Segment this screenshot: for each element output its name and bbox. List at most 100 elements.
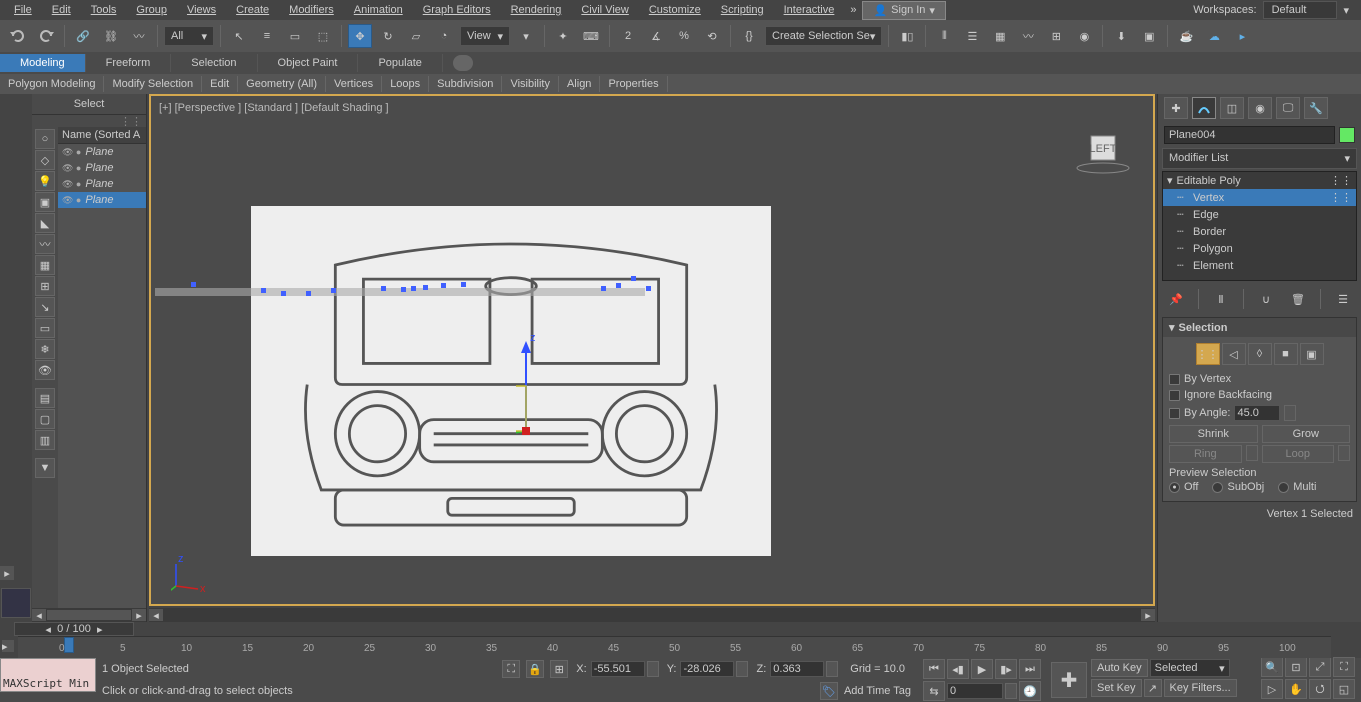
percent-snap-button[interactable]: % — [672, 24, 696, 48]
prev-frame-button[interactable]: ◂▮ — [947, 659, 969, 679]
scroll-right-icon[interactable]: ▸ — [132, 609, 146, 621]
menu-file[interactable]: File — [4, 2, 42, 18]
key-mode-button[interactable]: ⇆ — [923, 681, 945, 701]
current-frame-input[interactable] — [947, 683, 1003, 699]
display-tab[interactable]: 🖵 — [1276, 97, 1300, 119]
ribbon-panel-edit[interactable]: Edit — [202, 76, 238, 92]
subobj-border-button[interactable]: ◊ — [1248, 343, 1272, 365]
select-move-button[interactable]: ✥ — [348, 24, 372, 48]
object-name-input[interactable] — [1164, 126, 1335, 144]
sign-in-button[interactable]: 👤 Sign In ▾ — [862, 1, 945, 20]
menu-overflow-icon[interactable]: » — [844, 4, 862, 16]
spinner-icon[interactable] — [826, 661, 838, 677]
selection-rollout-header[interactable]: ▾Selection — [1163, 318, 1356, 337]
ribbon-panel-vertices[interactable]: Vertices — [326, 76, 382, 92]
ribbon-panel-align[interactable]: Align — [559, 76, 600, 92]
selection-lock-button[interactable]: 🔒 — [526, 660, 544, 678]
ribbon-panel-loops[interactable]: Loops — [382, 76, 429, 92]
time-slider[interactable]: ◂ 0 / 100 ▸ — [14, 622, 134, 636]
ribbon-panel-poly-modeling[interactable]: Polygon Modeling — [0, 76, 104, 92]
zoom-extents-all-button[interactable]: ⛶ — [1333, 657, 1355, 677]
menu-civil-view[interactable]: Civil View — [571, 2, 638, 18]
viewport-thumbnail[interactable] — [1, 588, 31, 618]
display-bone-icon[interactable]: ↘ — [35, 297, 55, 317]
render-frame-button[interactable]: ▣ — [1137, 24, 1161, 48]
set-key-button[interactable]: Set Key — [1091, 679, 1142, 697]
workspaces-value[interactable]: Default — [1263, 1, 1338, 19]
menu-views[interactable]: Views — [177, 2, 226, 18]
bind-spacewarp-button[interactable]: 〰 — [127, 24, 151, 48]
scroll-left-icon[interactable]: ◂ — [32, 609, 46, 621]
remove-modifier-button[interactable]: 🗑 — [1288, 289, 1308, 309]
preview-multi-radio[interactable] — [1278, 482, 1289, 493]
edit-named-sel-button[interactable]: {} — [737, 24, 761, 48]
select-object-button[interactable]: ↖ — [227, 24, 251, 48]
display-frozen-icon[interactable]: ❄ — [35, 339, 55, 359]
vertex-point[interactable] — [423, 285, 428, 290]
menu-animation[interactable]: Animation — [344, 2, 413, 18]
select-by-name-button[interactable]: ≡ — [255, 24, 279, 48]
view-cube[interactable]: LEFT — [1073, 126, 1133, 176]
vertex-point[interactable] — [631, 276, 636, 281]
zoom-all-button[interactable]: ⊡ — [1285, 657, 1307, 677]
display-none-icon[interactable]: ▢ — [35, 409, 55, 429]
workspaces-selector[interactable]: Workspaces: Default ▾ — [1185, 1, 1357, 19]
named-selection-set[interactable]: Create Selection Se▾ — [765, 26, 882, 46]
isolate-selection-button[interactable]: ⛶ — [502, 660, 520, 678]
collapse-icon[interactable]: ▾ — [1167, 174, 1173, 187]
modifier-list-dropdown[interactable]: Modifier List▾ — [1162, 148, 1357, 169]
stack-sub-polygon[interactable]: ┄Polygon — [1163, 240, 1356, 257]
select-rect-button[interactable]: ▭ — [283, 24, 307, 48]
snap-2d-button[interactable]: 2 — [616, 24, 640, 48]
show-end-result-button[interactable]: Ⅱ — [1211, 289, 1231, 309]
ribbon-tab-object-paint[interactable]: Object Paint — [258, 54, 359, 72]
window-crossing-button[interactable]: ⬚ — [311, 24, 335, 48]
menu-create[interactable]: Create — [226, 2, 279, 18]
mirror-button[interactable]: ▮▯ — [895, 24, 919, 48]
ribbon-panel-subdivision[interactable]: Subdivision — [429, 76, 502, 92]
display-helpers-icon[interactable]: ◣ — [35, 213, 55, 233]
vertex-point[interactable] — [616, 283, 621, 288]
render-button[interactable]: ☕ — [1174, 24, 1198, 48]
visibility-icon[interactable]: 👁 ● — [62, 179, 81, 190]
move-gizmo[interactable]: z y — [516, 331, 636, 451]
vertex-point[interactable] — [401, 287, 406, 292]
stack-sub-border[interactable]: ┄Border — [1163, 223, 1356, 240]
subobj-polygon-button[interactable]: ■ — [1274, 343, 1298, 365]
key-settings-button[interactable]: ↗ — [1144, 679, 1162, 697]
goto-start-button[interactable]: ⏮ — [923, 659, 945, 679]
maxscript-listener[interactable]: MAXScript Min — [0, 658, 96, 692]
link-button[interactable]: 🔗 — [71, 24, 95, 48]
stack-sub-vertex[interactable]: ┄Vertex⋮⋮ — [1163, 189, 1356, 206]
visibility-icon[interactable]: 👁 ● — [62, 163, 81, 174]
curve-editor-button[interactable]: 〰 — [1016, 24, 1040, 48]
zoom-button[interactable]: 🔍 — [1261, 657, 1283, 677]
zoom-extents-button[interactable]: ⤢ — [1309, 657, 1331, 677]
display-lights-icon[interactable]: 💡 — [35, 171, 55, 191]
vertex-point[interactable] — [461, 282, 466, 287]
vertex-point[interactable] — [441, 283, 446, 288]
display-hidden-icon[interactable]: 👁 — [35, 360, 55, 380]
modify-tab[interactable] — [1192, 97, 1216, 119]
menu-modifiers[interactable]: Modifiers — [279, 2, 344, 18]
time-config-button[interactable]: 🕘 — [1019, 681, 1041, 701]
select-rotate-button[interactable]: ↻ — [376, 24, 400, 48]
angle-snap-button[interactable]: ∡ — [644, 24, 668, 48]
motion-tab[interactable]: ◉ — [1248, 97, 1272, 119]
menu-group[interactable]: Group — [126, 2, 177, 18]
viewport[interactable]: [+] [Perspective ] [Standard ] [Default … — [149, 94, 1155, 606]
menu-customize[interactable]: Customize — [639, 2, 711, 18]
expand-panel-icon[interactable]: ▸ — [0, 566, 14, 580]
y-coord-input[interactable]: Y: — [665, 661, 749, 677]
ribbon-panel-visibility[interactable]: Visibility — [502, 76, 559, 92]
vertex-point[interactable] — [646, 286, 651, 291]
timeline-ruler[interactable]: 0510152025303540455055606570758085909510… — [18, 636, 1331, 658]
vertex-point[interactable] — [261, 288, 266, 293]
toggle-ribbon-button[interactable]: ▦ — [988, 24, 1012, 48]
menu-interactive[interactable]: Interactive — [774, 2, 845, 18]
scene-item[interactable]: 👁 ●Plane — [58, 192, 146, 208]
preview-subobj-radio[interactable] — [1212, 482, 1223, 493]
select-scale-button[interactable]: ▱ — [404, 24, 428, 48]
scroll-right-icon[interactable]: ▸ — [1141, 609, 1155, 621]
fov-button[interactable]: ▷ — [1261, 679, 1283, 699]
